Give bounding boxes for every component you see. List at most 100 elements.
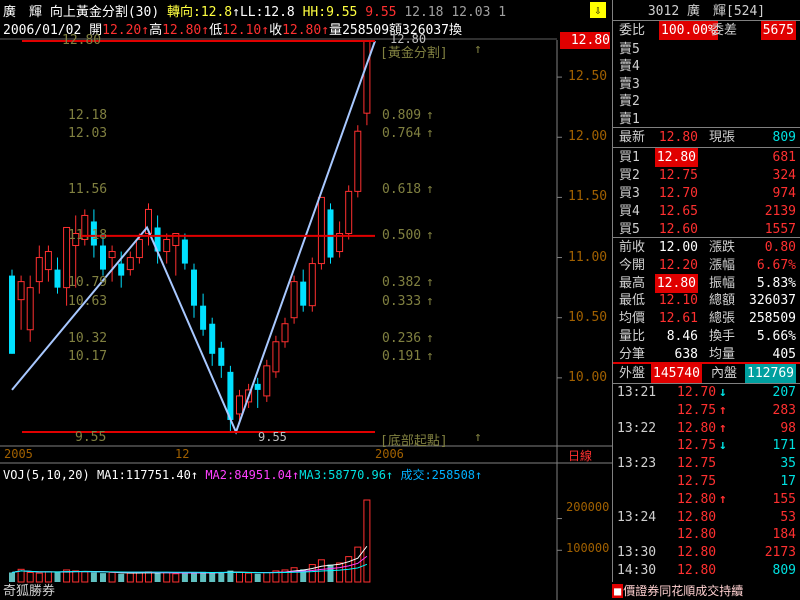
stat-label-2: 換手	[709, 329, 736, 344]
fib-level-ratio: 0.764	[382, 125, 422, 141]
volume-bar	[236, 571, 243, 583]
period-label[interactable]: 日線	[568, 447, 592, 464]
stat-row: 分筆 638 均量 405	[617, 345, 798, 364]
price-tick: 10.00	[568, 369, 608, 385]
stat-value: 12.61	[658, 311, 698, 327]
candle-body	[17, 281, 25, 301]
candle-body	[327, 209, 334, 258]
ma2-label: MA2:	[205, 468, 235, 482]
sell-row: 賣4	[617, 57, 798, 76]
fib-left-bottom: 9.55	[75, 430, 107, 445]
stat-label: 最低	[619, 293, 646, 309]
candle-body	[254, 383, 261, 390]
fib-level-arrow: ↑	[426, 274, 434, 290]
date-axis: 2005 12 2006 日線	[0, 447, 612, 463]
volume-bar	[145, 571, 152, 583]
stat-label-2: 漲跌	[709, 240, 736, 255]
buy-vol: 324	[772, 168, 796, 183]
stat-value-2: 405	[772, 346, 796, 362]
tick-price: 12.80	[677, 491, 717, 507]
volume-bar	[154, 573, 161, 582]
weibi-value: 100.00%	[659, 21, 718, 40]
stat-value-2: 326037	[749, 293, 796, 309]
buy-price: 12.75	[658, 168, 698, 183]
inner-label: 內盤	[711, 366, 738, 381]
indicator-name: 向上黃金分割(30)	[49, 5, 160, 20]
last-value: 12.80	[658, 130, 698, 145]
stat-row: 量比 8.46 換手 5.66%	[617, 327, 798, 346]
fib-level-price: 11.56	[68, 182, 108, 198]
vol-value: 258509	[342, 23, 390, 38]
stat-value: 12.20	[658, 257, 698, 273]
tick-vol: 98	[780, 420, 796, 436]
stat-label-2: 總額	[709, 293, 736, 309]
candle-body	[54, 269, 61, 288]
stat-value: 638	[674, 346, 698, 362]
candle-body	[345, 190, 353, 234]
tick-vol: 184	[772, 527, 796, 543]
stat-label: 前收	[619, 240, 646, 255]
sell-row: 賣5	[617, 40, 798, 59]
price-tick: 12.50	[568, 69, 608, 85]
stat-label-2: 均量	[709, 346, 736, 362]
buy-row: 買4 12.65 2139	[617, 202, 798, 221]
level-c: 12.03	[451, 5, 491, 20]
ll-value: 12.8	[263, 5, 295, 20]
sell-label: 賣3	[619, 76, 640, 92]
tick-vol: 53	[780, 509, 796, 525]
buy-label: 買1	[619, 150, 640, 165]
ma1-value: 117751.40↑	[125, 468, 199, 482]
close-value: 12.80↑	[282, 23, 330, 38]
volume-bar	[181, 573, 188, 582]
tick-row: 12.80 ↑ 155	[615, 491, 798, 508]
tick-row: 13:30 12.80 2173	[615, 544, 798, 561]
tick-row: 12.80 184	[615, 526, 798, 543]
fib-level-arrow: ↑	[426, 227, 434, 243]
ma3-label: MA3:	[299, 468, 329, 482]
stat-label: 分筆	[619, 346, 646, 362]
inner-value: 112769	[745, 364, 796, 383]
open-value: 12.20↑	[102, 23, 150, 38]
tick-arrow: ↑	[719, 402, 727, 418]
price-tick: 12.00	[568, 129, 608, 145]
stat-row: 最高 12.80 振幅 5.83%	[617, 273, 798, 293]
fib-level-price: 11.18	[68, 227, 108, 243]
stat-value: 12.10	[658, 293, 698, 309]
volume-bar	[81, 571, 89, 583]
stat-value-2: 5.66%	[756, 329, 796, 344]
tick-row: 13:24 12.80 53	[615, 509, 798, 526]
date-tick-right: 2006	[375, 447, 404, 461]
tick-price: 12.80	[677, 509, 717, 525]
buy-vol: 2139	[764, 204, 796, 219]
sell-row: 賣3	[617, 75, 798, 94]
candle-body	[9, 275, 15, 354]
low-value: 12.10↑	[222, 23, 270, 38]
buy-row: 買1 12.80 681	[617, 148, 798, 167]
tick-price: 12.75	[677, 438, 717, 454]
tick-row: 14:30 12.80 809	[615, 562, 798, 579]
candle-body	[44, 251, 52, 271]
volume-bar	[218, 572, 225, 582]
turnover-label: 換	[449, 23, 463, 38]
fib-level-arrow: ↑	[426, 294, 434, 310]
fib-level-price: 12.03	[68, 125, 108, 141]
deal-label: 成交:	[400, 468, 432, 482]
candle-body	[317, 196, 325, 265]
buy-vol: 681	[772, 150, 796, 165]
close-label: 收	[269, 23, 283, 38]
stat-label: 最高	[619, 275, 646, 291]
candle-body	[135, 239, 143, 259]
volume-bar	[108, 571, 116, 583]
status-text: 價證券同花順成交持續	[623, 584, 744, 598]
tick-vol: 283	[772, 402, 796, 418]
fib-level-ratio: 0.333	[382, 294, 422, 310]
tick-price: 12.75	[677, 474, 717, 489]
fib-top-arrow: ↑	[474, 42, 482, 57]
turn-value: 12.8	[200, 5, 233, 20]
volume-bar	[363, 499, 371, 583]
volume-bar	[90, 572, 97, 582]
scroll-down-icon[interactable]: ⇩	[590, 2, 606, 18]
quote-panel: 3012 廣 輝[524] 委比 100.00% 委差 5675 賣5 賣4 賣3 賣…	[612, 0, 800, 600]
hh-value: 9.55	[326, 5, 358, 20]
fib-bottom-value: 9.55	[258, 430, 287, 444]
